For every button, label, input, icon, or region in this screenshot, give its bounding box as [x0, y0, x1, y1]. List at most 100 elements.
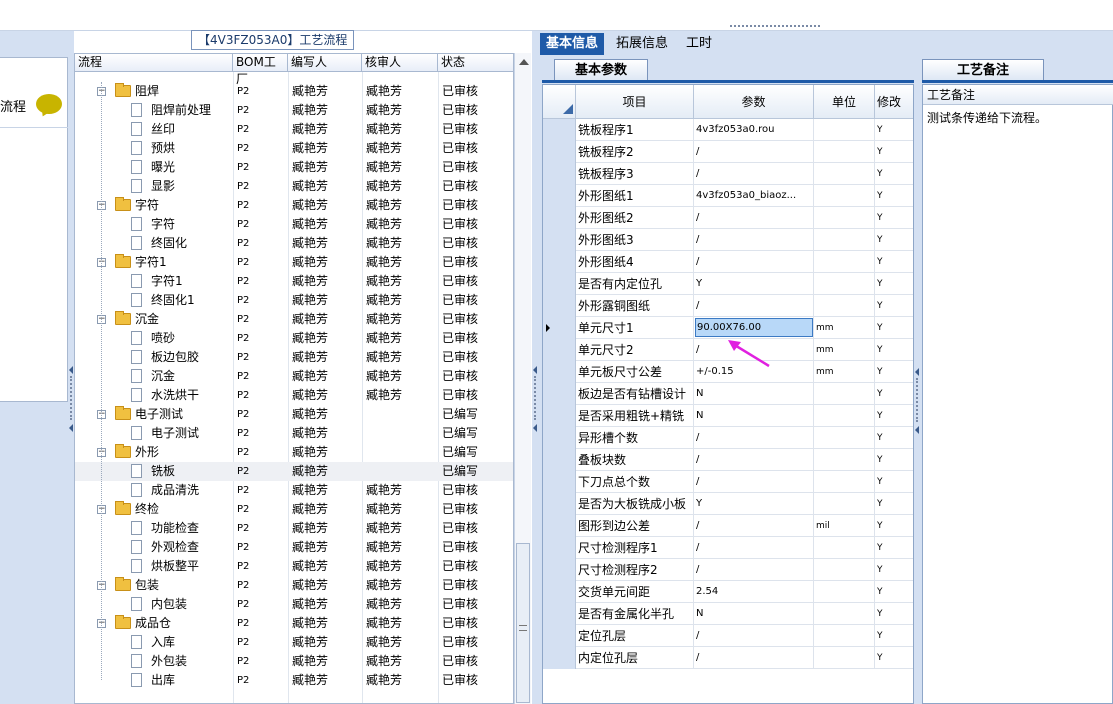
row-selector[interactable]: [543, 361, 576, 383]
scrollbar-thumb[interactable]: [516, 543, 530, 703]
row-selector[interactable]: [543, 251, 576, 273]
col-header-unit[interactable]: 单位: [814, 85, 875, 119]
param-item-cell[interactable]: 是否为大板铣成小板: [576, 493, 694, 515]
param-unit-cell[interactable]: [814, 185, 875, 207]
param-modify-cell[interactable]: Y: [875, 581, 913, 603]
param-unit-cell[interactable]: [814, 141, 875, 163]
param-modify-cell[interactable]: Y: [875, 141, 913, 163]
row-selector[interactable]: [543, 185, 576, 207]
param-item-cell[interactable]: 交货单元间距: [576, 581, 694, 603]
col-header-status[interactable]: 状态: [438, 54, 513, 72]
param-row[interactable]: 外形图纸3/ Y: [543, 229, 913, 251]
param-row[interactable]: 尺寸检测程序2/ Y: [543, 559, 913, 581]
tree-group-row[interactable]: − 字符1 P2 臧艳芳 臧艳芳 已审核: [75, 253, 513, 272]
collapse-arrow-icon[interactable]: [533, 366, 537, 374]
param-row[interactable]: 叠板块数 / Y: [543, 449, 913, 471]
chat-bubble-icon[interactable]: [36, 94, 62, 114]
param-row[interactable]: 尺寸检测程序1/ Y: [543, 537, 913, 559]
tree-scrollbar[interactable]: [514, 53, 531, 704]
tree-step-row[interactable]: 预烘 P2 臧艳芳 臧艳芳 已审核: [75, 139, 513, 158]
param-row[interactable]: 定位孔层 / Y: [543, 625, 913, 647]
tree-step-row[interactable]: 阻焊前处理 P2 臧艳芳 臧艳芳 已审核: [75, 101, 513, 120]
param-unit-cell[interactable]: [814, 537, 875, 559]
param-value-cell[interactable]: /: [694, 559, 814, 581]
row-selector[interactable]: [543, 449, 576, 471]
param-row[interactable]: 下刀点总个数 / Y: [543, 471, 913, 493]
param-item-cell[interactable]: 外形图纸3: [576, 229, 694, 251]
tree-step-row[interactable]: 内包装 P2 臧艳芳 臧艳芳 已审核: [75, 595, 513, 614]
param-modify-cell[interactable]: Y: [875, 625, 913, 647]
param-value-cell[interactable]: 2.54: [694, 581, 814, 603]
param-modify-cell[interactable]: Y: [875, 383, 913, 405]
param-unit-cell[interactable]: [814, 119, 875, 141]
param-value-cell[interactable]: /: [694, 427, 814, 449]
param-unit-cell[interactable]: [814, 471, 875, 493]
param-value-cell[interactable]: /: [694, 515, 814, 537]
tree-step-row[interactable]: 板边包胶 P2 臧艳芳 臧艳芳 已审核: [75, 348, 513, 367]
row-selector[interactable]: [543, 559, 576, 581]
param-row[interactable]: 异形槽个数 / Y: [543, 427, 913, 449]
param-item-cell[interactable]: 外形图纸2: [576, 207, 694, 229]
tree-step-row[interactable]: 水洗烘干 P2 臧艳芳 臧艳芳 已审核: [75, 386, 513, 405]
row-selector[interactable]: [543, 537, 576, 559]
param-row[interactable]: 是否有内定位孔 Y Y: [543, 273, 913, 295]
param-item-cell[interactable]: 异形槽个数: [576, 427, 694, 449]
param-value-cell[interactable]: /: [694, 207, 814, 229]
tree-group-row[interactable]: − 字符 P2 臧艳芳 臧艳芳 已审核: [75, 196, 513, 215]
param-modify-cell[interactable]: Y: [875, 317, 913, 339]
row-selector[interactable]: [543, 339, 576, 361]
param-unit-cell[interactable]: [814, 647, 875, 669]
param-unit-cell[interactable]: mil: [814, 515, 875, 537]
row-selector[interactable]: [543, 295, 576, 317]
param-item-cell[interactable]: 外形图纸1: [576, 185, 694, 207]
param-item-cell[interactable]: 尺寸检测程序1: [576, 537, 694, 559]
param-row[interactable]: 是否采用粗铣+精铣 N Y: [543, 405, 913, 427]
tree-group-row[interactable]: − 终检 P2 臧艳芳 臧艳芳 已审核: [75, 500, 513, 519]
param-value-cell[interactable]: N: [694, 603, 814, 625]
param-item-cell[interactable]: 单元尺寸1: [576, 317, 694, 339]
param-modify-cell[interactable]: Y: [875, 251, 913, 273]
tab-work-hours[interactable]: 工时: [680, 33, 718, 55]
param-value-cell[interactable]: /: [694, 251, 814, 273]
param-row[interactable]: 外形露铜图纸 / Y: [543, 295, 913, 317]
param-unit-cell[interactable]: [814, 207, 875, 229]
param-unit-cell[interactable]: mm: [814, 361, 875, 383]
param-row[interactable]: 外形图纸4/ Y: [543, 251, 913, 273]
row-selector[interactable]: [543, 427, 576, 449]
tree-step-row[interactable]: 字符1 P2 臧艳芳 臧艳芳 已审核: [75, 272, 513, 291]
tree-group-row[interactable]: − 沉金 P2 臧艳芳 臧艳芳 已审核: [75, 310, 513, 329]
tree-step-row[interactable]: 终固化1 P2 臧艳芳 臧艳芳 已审核: [75, 291, 513, 310]
row-selector[interactable]: [543, 207, 576, 229]
param-item-cell[interactable]: 是否采用粗铣+精铣: [576, 405, 694, 427]
param-value-cell[interactable]: /: [694, 163, 814, 185]
param-item-cell[interactable]: 图形到边公差: [576, 515, 694, 537]
param-item-cell[interactable]: 叠板块数: [576, 449, 694, 471]
param-value-cell[interactable]: 4v3fz053a0.rou: [694, 119, 814, 141]
param-row[interactable]: 铣板程序3/ Y: [543, 163, 913, 185]
tree-step-row[interactable]: 电子测试 P2 臧艳芳 已编写: [75, 424, 513, 443]
param-unit-cell[interactable]: [814, 493, 875, 515]
tree-step-row[interactable]: 外观检查 P2 臧艳芳 臧艳芳 已审核: [75, 538, 513, 557]
param-modify-cell[interactable]: Y: [875, 207, 913, 229]
tree-step-row[interactable]: 字符 P2 臧艳芳 臧艳芳 已审核: [75, 215, 513, 234]
param-unit-cell[interactable]: [814, 625, 875, 647]
param-unit-cell[interactable]: [814, 581, 875, 603]
col-header-editor[interactable]: 编写人: [288, 54, 362, 72]
param-modify-cell[interactable]: Y: [875, 603, 913, 625]
tree-step-row[interactable]: 成品清洗 P2 臧艳芳 臧艳芳 已审核: [75, 481, 513, 500]
tab-basic-params[interactable]: 基本参数: [554, 59, 649, 81]
row-selector[interactable]: [543, 163, 576, 185]
col-header-item[interactable]: 项目: [576, 85, 694, 119]
row-selector[interactable]: [543, 405, 576, 427]
scroll-up-icon[interactable]: [519, 59, 529, 65]
param-item-cell[interactable]: 铣板程序1: [576, 119, 694, 141]
param-modify-cell[interactable]: Y: [875, 405, 913, 427]
param-row[interactable]: 外形图纸1 4v3fz053a0_biaoz... Y: [543, 185, 913, 207]
param-modify-cell[interactable]: Y: [875, 449, 913, 471]
param-value-cell[interactable]: /: [694, 625, 814, 647]
collapse-arrow-icon[interactable]: [915, 368, 919, 376]
row-selector[interactable]: [543, 471, 576, 493]
row-selector[interactable]: [543, 141, 576, 163]
param-value-cell[interactable]: /: [694, 229, 814, 251]
collapse-arrow-icon[interactable]: [69, 366, 73, 374]
